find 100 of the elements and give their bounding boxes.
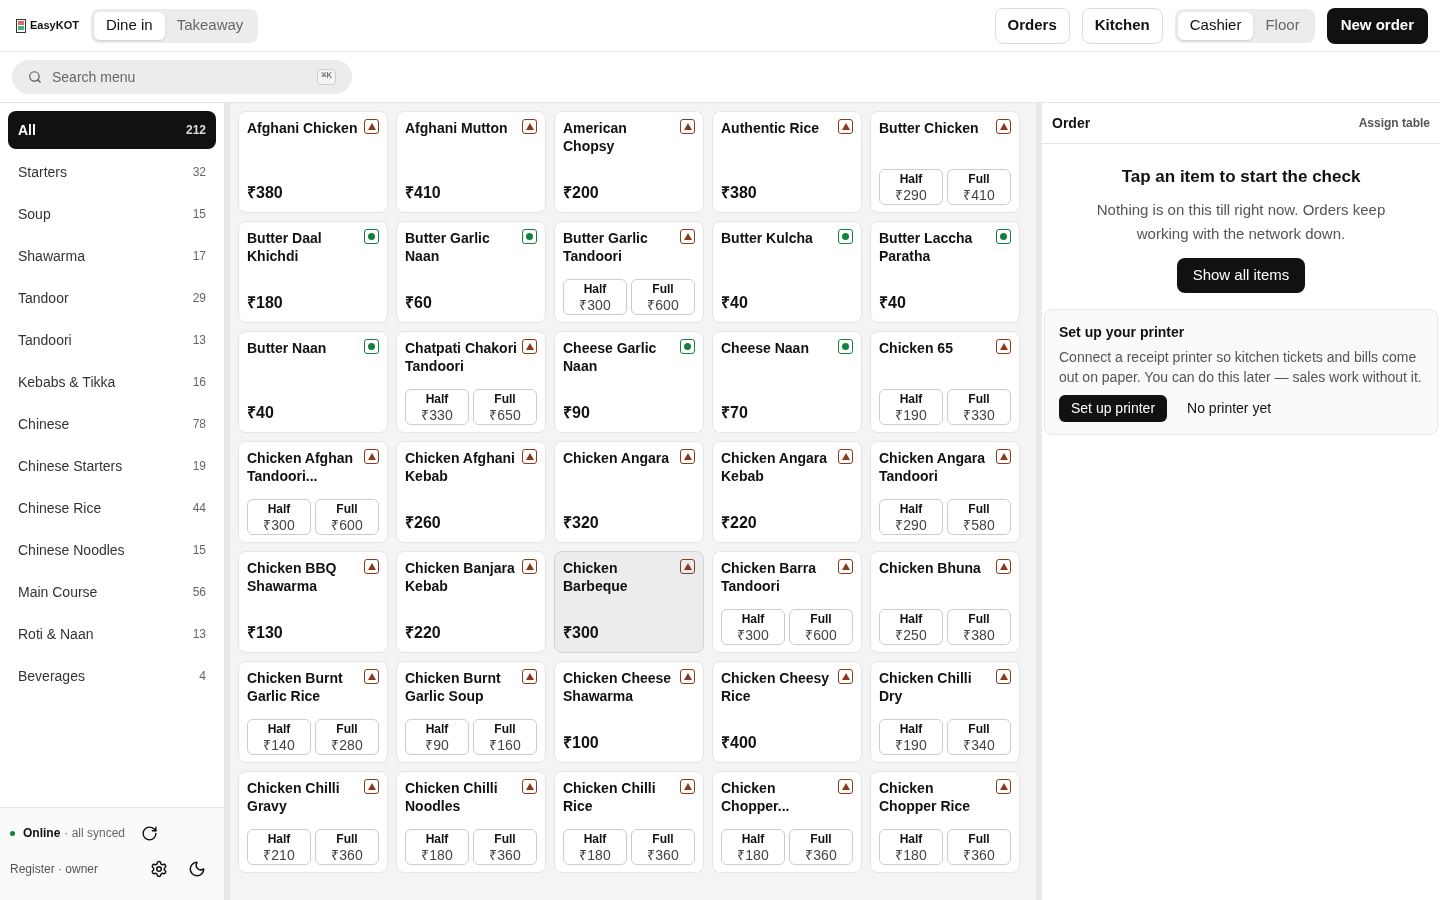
variant-button[interactable]: Full ₹600 [315, 499, 379, 535]
variant-button[interactable]: Full ₹650 [473, 389, 537, 425]
menu-item-card[interactable]: Chicken Banjara Kebab ₹220 [396, 551, 546, 653]
menu-item-card[interactable]: Authentic Rice ₹380 [712, 111, 862, 213]
menu-item-card[interactable]: Butter Daal Khichdi ₹180 [238, 221, 388, 323]
item-name: Butter Garlic Tandoori [563, 229, 649, 265]
variant-button[interactable]: Full ₹360 [789, 829, 853, 865]
theme-icon[interactable] [188, 860, 206, 878]
item-name: Chicken Cheese Shawarma [563, 669, 673, 705]
menu-item-card[interactable]: Chicken 65 Half ₹190 Full ₹330 [870, 331, 1020, 433]
menu-item-card[interactable]: Butter Laccha Paratha ₹40 [870, 221, 1020, 323]
variant-button[interactable]: Half ₹90 [405, 719, 469, 755]
variant-button[interactable]: Full ₹580 [947, 499, 1011, 535]
menu-item-card[interactable]: Chicken Chilli Rice Half ₹180 Full ₹360 [554, 771, 704, 873]
variant-button[interactable]: Full ₹340 [947, 719, 1011, 755]
category-item[interactable]: Kebabs & Tikka 16 [8, 363, 216, 401]
nav-button[interactable]: Kitchen [1081, 7, 1163, 44]
variant-button[interactable]: Half ₹210 [247, 829, 311, 865]
variant-button[interactable]: Half ₹300 [721, 609, 785, 645]
menu-item-card[interactable]: Chicken Burnt Garlic Rice Half ₹140 Full ₹280 [238, 661, 388, 763]
menu-item-card[interactable]: Chicken Angara Kebab ₹220 [712, 441, 862, 543]
category-item[interactable]: Chinese 78 [8, 405, 216, 443]
variant-button[interactable]: Half ₹190 [879, 389, 943, 425]
menu-item-card[interactable]: Chicken Angara ₹320 [554, 441, 704, 543]
item-name: Chicken Chopper... [721, 779, 791, 815]
menu-item-card[interactable]: Butter Garlic Naan ₹60 [396, 221, 546, 323]
variant-button[interactable]: Half ₹250 [879, 609, 943, 645]
segment-tab[interactable]: Floor [1253, 11, 1312, 40]
variant-button[interactable]: Full ₹380 [947, 609, 1011, 645]
show-all-button[interactable]: Show all items [1176, 257, 1306, 293]
variant-button[interactable]: Half ₹180 [721, 829, 785, 865]
menu-item-card[interactable]: Cheese Garlic Naan ₹90 [554, 331, 704, 433]
category-item[interactable]: Tandoor 29 [8, 279, 216, 317]
variant-button[interactable]: Full ₹360 [947, 829, 1011, 865]
variant-button[interactable]: Full ₹330 [947, 389, 1011, 425]
segment-tab[interactable]: Cashier [1177, 11, 1254, 40]
menu-item-card[interactable]: Butter Garlic Tandoori Half ₹300 Full ₹600 [554, 221, 704, 323]
variant-button[interactable]: Half ₹300 [563, 279, 627, 315]
menu-item-card[interactable]: Chicken BBQ Shawarma ₹130 [238, 551, 388, 653]
variant-button[interactable]: Half ₹180 [563, 829, 627, 865]
variant-button[interactable]: Full ₹360 [315, 829, 379, 865]
variant-button[interactable]: Full ₹600 [631, 279, 695, 315]
variant-button[interactable]: Full ₹280 [315, 719, 379, 755]
refresh-icon[interactable] [141, 824, 159, 842]
variant-button[interactable]: Half ₹140 [247, 719, 311, 755]
category-item[interactable]: Soup 15 [8, 195, 216, 233]
variant-button[interactable]: Half ₹290 [879, 499, 943, 535]
category-item[interactable]: Starters 32 [8, 153, 216, 191]
menu-item-card[interactable]: Afghani Mutton ₹410 [396, 111, 546, 213]
printer-message: Connect a receipt printer so kitchen tickets and bills come out on paper. You can do this later — sales work without it. [1059, 347, 1423, 387]
variant-button[interactable]: Full ₹360 [631, 829, 695, 865]
variant-button[interactable]: Full ₹410 [947, 169, 1011, 205]
category-item[interactable]: Tandoori 13 [8, 321, 216, 359]
new-order-button[interactable]: New order [1326, 7, 1428, 44]
variant-button[interactable]: Half ₹180 [879, 829, 943, 865]
skip-printer-button[interactable]: No printer yet [1187, 397, 1272, 419]
variant-button[interactable]: Half ₹330 [405, 389, 469, 425]
category-item[interactable]: All 212 [8, 111, 216, 149]
variant-button[interactable]: Full ₹360 [473, 829, 537, 865]
variant-button[interactable]: Half ₹180 [405, 829, 469, 865]
segment-tab[interactable]: Dine in [93, 11, 165, 40]
menu-item-card[interactable]: Chicken Chopper Rice Half ₹180 Full ₹360 [870, 771, 1020, 873]
setup-printer-button[interactable]: Set up printer [1059, 394, 1168, 422]
variant-button[interactable]: Half ₹190 [879, 719, 943, 755]
menu-item-card[interactable]: Chicken Barbeque ₹300 [554, 551, 704, 653]
menu-item-card[interactable]: Chicken Barra Tandoori Half ₹300 Full ₹600 [712, 551, 862, 653]
menu-item-card[interactable]: Chicken Chopper... Half ₹180 Full ₹360 [712, 771, 862, 873]
category-item[interactable]: Shawarma 17 [8, 237, 216, 275]
menu-item-card[interactable]: Chicken Cheese Shawarma ₹100 [554, 661, 704, 763]
category-item[interactable]: Chinese Rice 44 [8, 489, 216, 527]
variant-button[interactable]: Full ₹600 [789, 609, 853, 645]
variant-button[interactable]: Half ₹290 [879, 169, 943, 205]
menu-item-card[interactable]: Chicken Afghan Tandoori... Half ₹300 Full ₹600 [238, 441, 388, 543]
menu-item-card[interactable]: Chicken Burnt Garlic Soup Half ₹90 Full ₹160 [396, 661, 546, 763]
menu-item-card[interactable]: Afghani Chicken ₹380 [238, 111, 388, 213]
menu-item-card[interactable]: Chicken Chilli Noodles Half ₹180 Full ₹360 [396, 771, 546, 873]
menu-item-card[interactable]: Chicken Chilli Gravy Half ₹210 Full ₹360 [238, 771, 388, 873]
menu-item-card[interactable]: American Chopsy ₹200 [554, 111, 704, 213]
menu-item-card[interactable]: Chatpati Chakori Tandoori Half ₹330 Full ₹650 [396, 331, 546, 433]
menu-item-card[interactable]: Chicken Chilli Dry Half ₹190 Full ₹340 [870, 661, 1020, 763]
menu-item-card[interactable]: Butter Naan ₹40 [238, 331, 388, 433]
nav-button[interactable]: Orders [994, 7, 1070, 44]
category-item[interactable]: Chinese Noodles 15 [8, 531, 216, 569]
category-item[interactable]: Beverages 4 [8, 657, 216, 695]
segment-tab[interactable]: Takeaway [164, 11, 256, 40]
menu-item-card[interactable]: Chicken Angara Tandoori Half ₹290 Full ₹580 [870, 441, 1020, 543]
menu-item-card[interactable]: Butter Chicken Half ₹290 Full ₹410 [870, 111, 1020, 213]
category-item[interactable]: Roti & Naan 13 [8, 615, 216, 653]
menu-item-card[interactable]: Chicken Bhuna Half ₹250 Full ₹380 [870, 551, 1020, 653]
menu-item-card[interactable]: Chicken Afghani Kebab ₹260 [396, 441, 546, 543]
category-item[interactable]: Main Course 56 [8, 573, 216, 611]
variant-button[interactable]: Half ₹300 [247, 499, 311, 535]
variant-button[interactable]: Full ₹160 [473, 719, 537, 755]
menu-item-card[interactable]: Butter Kulcha ₹40 [712, 221, 862, 323]
menu-item-card[interactable]: Chicken Cheesy Rice ₹400 [712, 661, 862, 763]
assign-table-link[interactable]: Assign table [1358, 114, 1430, 132]
settings-icon[interactable] [150, 860, 168, 878]
category-item[interactable]: Chinese Starters 19 [8, 447, 216, 485]
item-name: American Chopsy [563, 119, 628, 155]
menu-item-card[interactable]: Cheese Naan ₹70 [712, 331, 862, 433]
